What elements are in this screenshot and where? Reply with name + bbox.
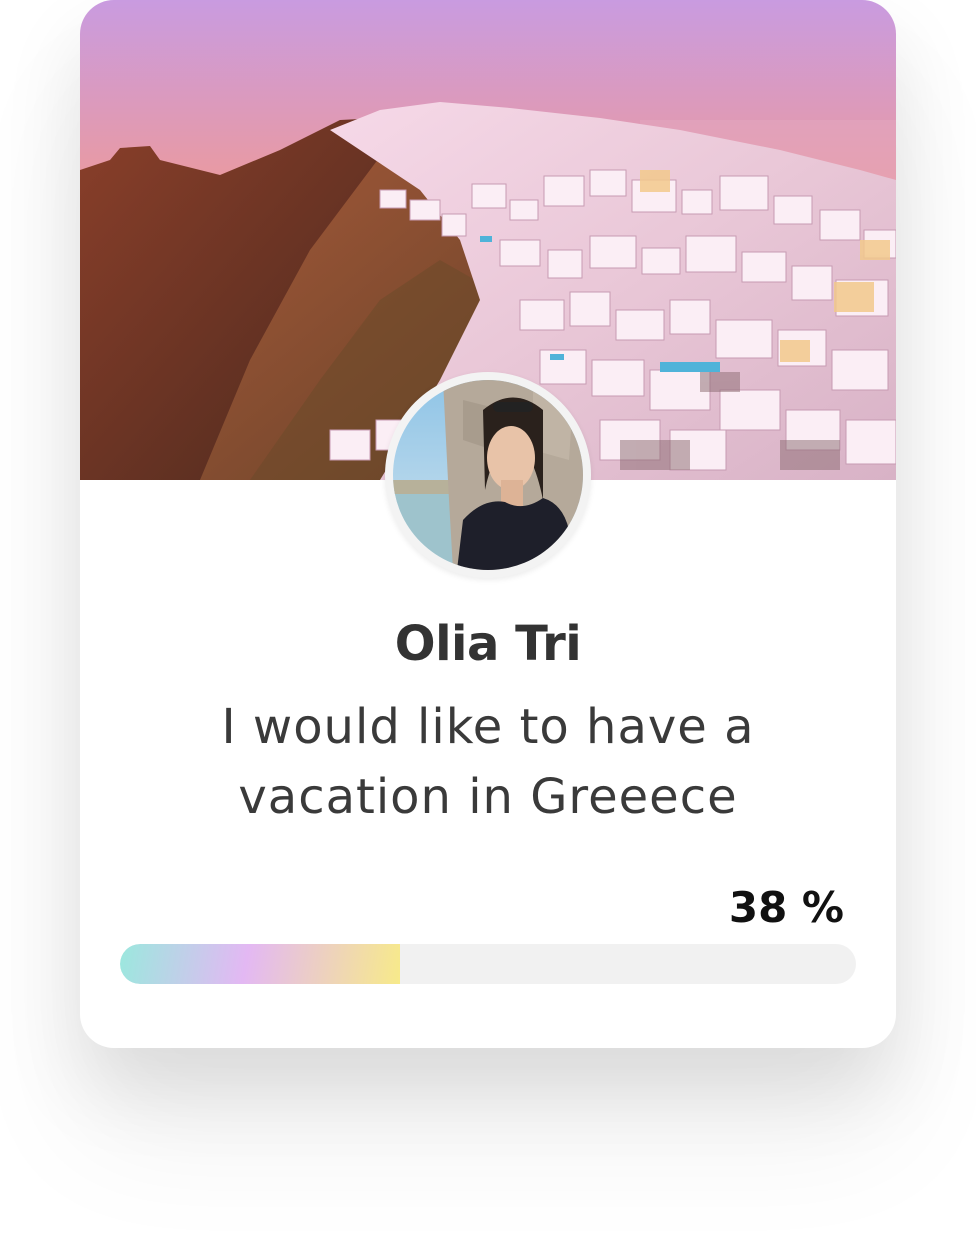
avatar-photo	[393, 380, 583, 570]
wish-text: I would like to have a vacation in Greee…	[221, 699, 755, 825]
profile-name: Olia Tri	[394, 616, 582, 672]
avatar[interactable]	[385, 372, 591, 578]
progress-percent: 38 %	[728, 883, 844, 932]
progress-fill	[120, 944, 400, 984]
profile-card: Olia Tri I would like to have a vacation…	[80, 0, 896, 1048]
progress-bar	[120, 944, 856, 984]
page: Olia Tri I would like to have a vacation…	[0, 0, 976, 1260]
